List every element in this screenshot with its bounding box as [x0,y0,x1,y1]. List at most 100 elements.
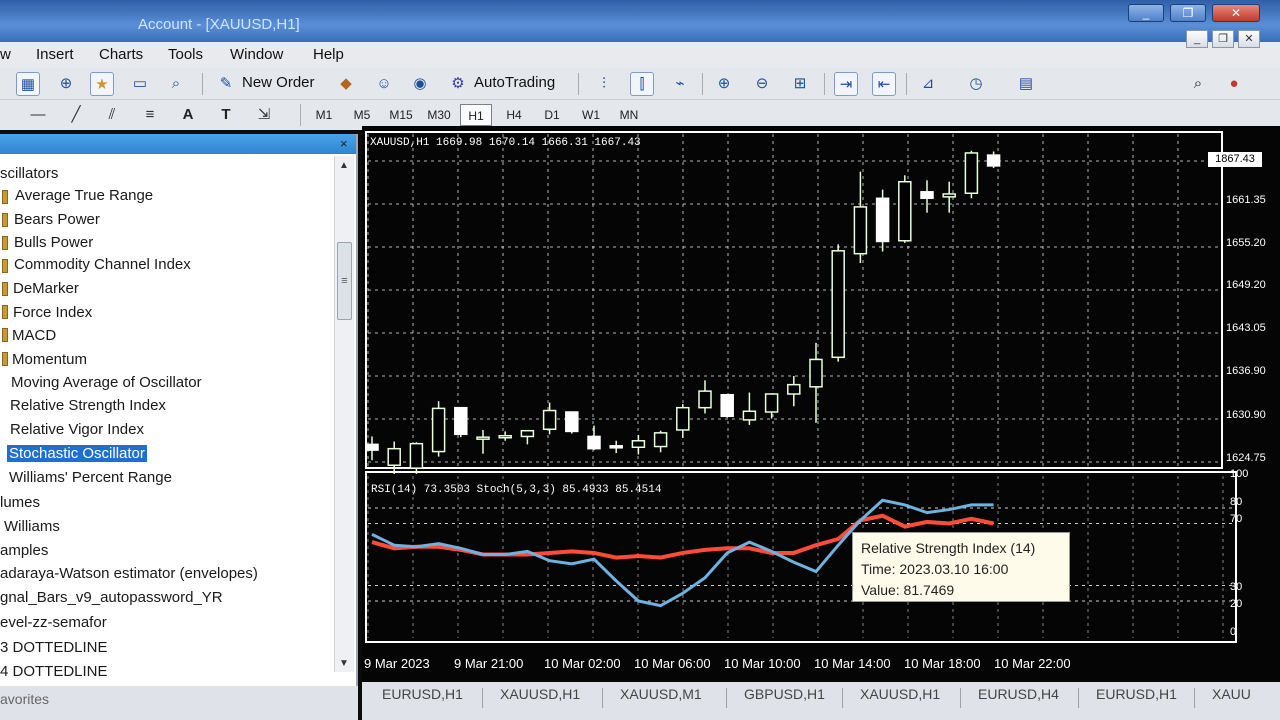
nav-item-cci[interactable]: Commodity Channel Index [14,256,191,273]
zoom-in-icon[interactable]: ⊕ [712,72,736,96]
autotrading-icon[interactable]: ⚙ [446,72,470,96]
tile-windows-icon[interactable]: ⊞ [788,72,812,96]
child-minimize-icon[interactable]: _ [1186,30,1208,48]
arrows-icon[interactable]: ⇲ [252,103,276,127]
child-restore-icon[interactable]: ❐ [1212,30,1234,48]
chart-tab[interactable]: XAUUSD,M1 [620,686,702,702]
menu-insert[interactable]: Insert [36,46,74,63]
new-order-button[interactable]: New Order [242,74,315,91]
metaeditor-icon[interactable]: ◆ [334,72,358,96]
nav-item-demarker[interactable]: DeMarker [13,280,79,297]
minimize-button[interactable]: _ [1128,4,1164,22]
nav-custom-level-zz-semafor[interactable]: evel-zz-semafor [0,614,107,631]
menu-help[interactable]: Help [313,46,344,63]
tf-m5[interactable]: M5 [346,104,378,126]
menu-view[interactable]: w [0,46,11,63]
tf-h4[interactable]: H4 [498,104,530,126]
nav-item-momentum[interactable]: Momentum [12,351,87,368]
time-tick: 9 Mar 21:00 [454,656,524,671]
chart-tab[interactable]: XAUUSD,H1 [860,686,940,702]
nav-custom-3-dottedline[interactable]: 3 DOTTEDLINE [0,639,108,656]
tf-d1[interactable]: D1 [536,104,568,126]
horizontal-line-icon[interactable]: — [26,103,50,127]
nav-custom-4-dottedline[interactable]: 4 DOTTEDLINE [0,663,108,680]
nav-section-bill-williams[interactable]: Williams [4,518,60,535]
scroll-thumb[interactable]: ≡ [337,242,352,320]
channel-icon[interactable]: ⫽ [100,103,124,127]
search-icon[interactable]: ⌕ [1186,72,1210,96]
nav-item-williams-percent-range[interactable]: Williams' Percent Range [9,469,172,486]
time-tick: 9 Mar 2023 [364,656,430,671]
tf-h1[interactable]: H1 [460,104,492,126]
nav-custom-nadaraya[interactable]: adaraya-Watson estimator (envelopes) [0,565,258,582]
close-button[interactable]: ✕ [1212,4,1260,22]
text-label-icon[interactable]: T [214,103,238,127]
signals-icon[interactable]: ☺ [372,72,396,96]
trend-line-icon[interactable]: ╱ [64,103,88,127]
chart-shift-icon[interactable]: ⇤ [872,72,896,96]
candle-body [742,410,757,421]
zoom-out-icon[interactable]: ⊖ [750,72,774,96]
chart-tab[interactable]: EURUSD,H4 [978,686,1059,702]
tab-favorites[interactable]: avorites [0,691,49,707]
navigator-scrollbar[interactable]: ▲ ≡ ▼ [334,156,354,672]
nav-item-bears-power[interactable]: Bears Power [14,211,100,228]
nav-item-force-index[interactable]: Force Index [13,304,92,321]
tf-w1[interactable]: W1 [574,104,608,126]
nav-section-examples[interactable]: amples [0,542,48,559]
nav-item-osma[interactable]: Moving Average of Oscillator [11,374,202,391]
menu-tools[interactable]: Tools [168,46,203,63]
nav-item-rsi[interactable]: Relative Strength Index [10,397,166,414]
time-tick: 10 Mar 14:00 [814,656,891,671]
new-chart-icon[interactable]: ▦ [16,72,40,96]
nav-item-stochastic[interactable]: Stochastic Oscillator [7,445,147,462]
tf-mn[interactable]: MN [612,104,646,126]
chart-canvas[interactable] [362,126,1280,682]
nav-section-volumes[interactable]: lumes [0,494,40,511]
menu-charts[interactable]: Charts [99,46,143,63]
chart-window[interactable]: XAUUSD,H1 1669.98 1670.14 1666.31 1667.4… [362,126,1280,682]
scroll-down-icon[interactable]: ▼ [339,658,349,669]
nav-custom-signal-bars[interactable]: gnal_Bars_v9_autopassword_YR [0,589,223,606]
candle-body [476,436,490,440]
tf-m1[interactable]: M1 [308,104,340,126]
terminal-icon[interactable]: ▭ [128,72,152,96]
autotrading-button[interactable]: AutoTrading [474,74,555,91]
chart-tab[interactable]: XAUUSD,H1 [500,686,580,702]
child-close-icon[interactable]: ✕ [1238,30,1260,48]
indicators-icon[interactable]: ⊿ [916,72,940,96]
scroll-up-icon[interactable]: ▲ [339,160,349,171]
tf-m15[interactable]: M15 [384,104,418,126]
strategy-tester-icon[interactable]: ⌕ [164,72,188,96]
crosshair-icon[interactable]: ⊕ [54,72,78,96]
chart-tab[interactable]: EURUSD,H1 [382,686,463,702]
chart-tab[interactable]: XAUU [1212,686,1251,702]
fibonacci-icon[interactable]: ≡ [138,103,162,127]
new-order-icon[interactable]: ✎ [214,72,238,96]
price-pane-frame [365,131,1223,469]
bar-chart-icon[interactable]: ⫶ [592,72,616,96]
nav-item-average-true-range[interactable]: Average True Range [15,187,153,204]
text-tool-icon[interactable]: A [176,103,200,127]
tf-m30[interactable]: M30 [422,104,456,126]
candle-body [809,358,823,388]
nav-item-rvi[interactable]: Relative Vigor Index [10,421,144,438]
navigator-icon[interactable]: ★ [90,72,114,96]
candlestick-icon[interactable]: ⫿ [630,72,654,96]
navigator-close-button[interactable]: × [340,136,348,151]
nav-section-oscillators[interactable]: scillators [0,165,58,182]
osc-tick: 30 [1230,581,1243,593]
market-icon[interactable]: ◉ [408,72,432,96]
candle-body [698,390,712,409]
maximize-button[interactable]: ❐ [1170,4,1206,22]
chart-tab[interactable]: EURUSD,H1 [1096,686,1177,702]
periods-icon[interactable]: ◷ [964,72,988,96]
line-chart-icon[interactable]: ⌁ [668,72,692,96]
notifications-icon[interactable]: ● [1222,72,1246,96]
chart-tab[interactable]: GBPUSD,H1 [744,686,825,702]
nav-item-bulls-power[interactable]: Bulls Power [14,234,93,251]
autoscroll-icon[interactable]: ⇥ [834,72,858,96]
nav-item-macd[interactable]: MACD [12,327,56,344]
templates-icon[interactable]: ▤ [1014,72,1038,96]
menu-window[interactable]: Window [230,46,283,63]
